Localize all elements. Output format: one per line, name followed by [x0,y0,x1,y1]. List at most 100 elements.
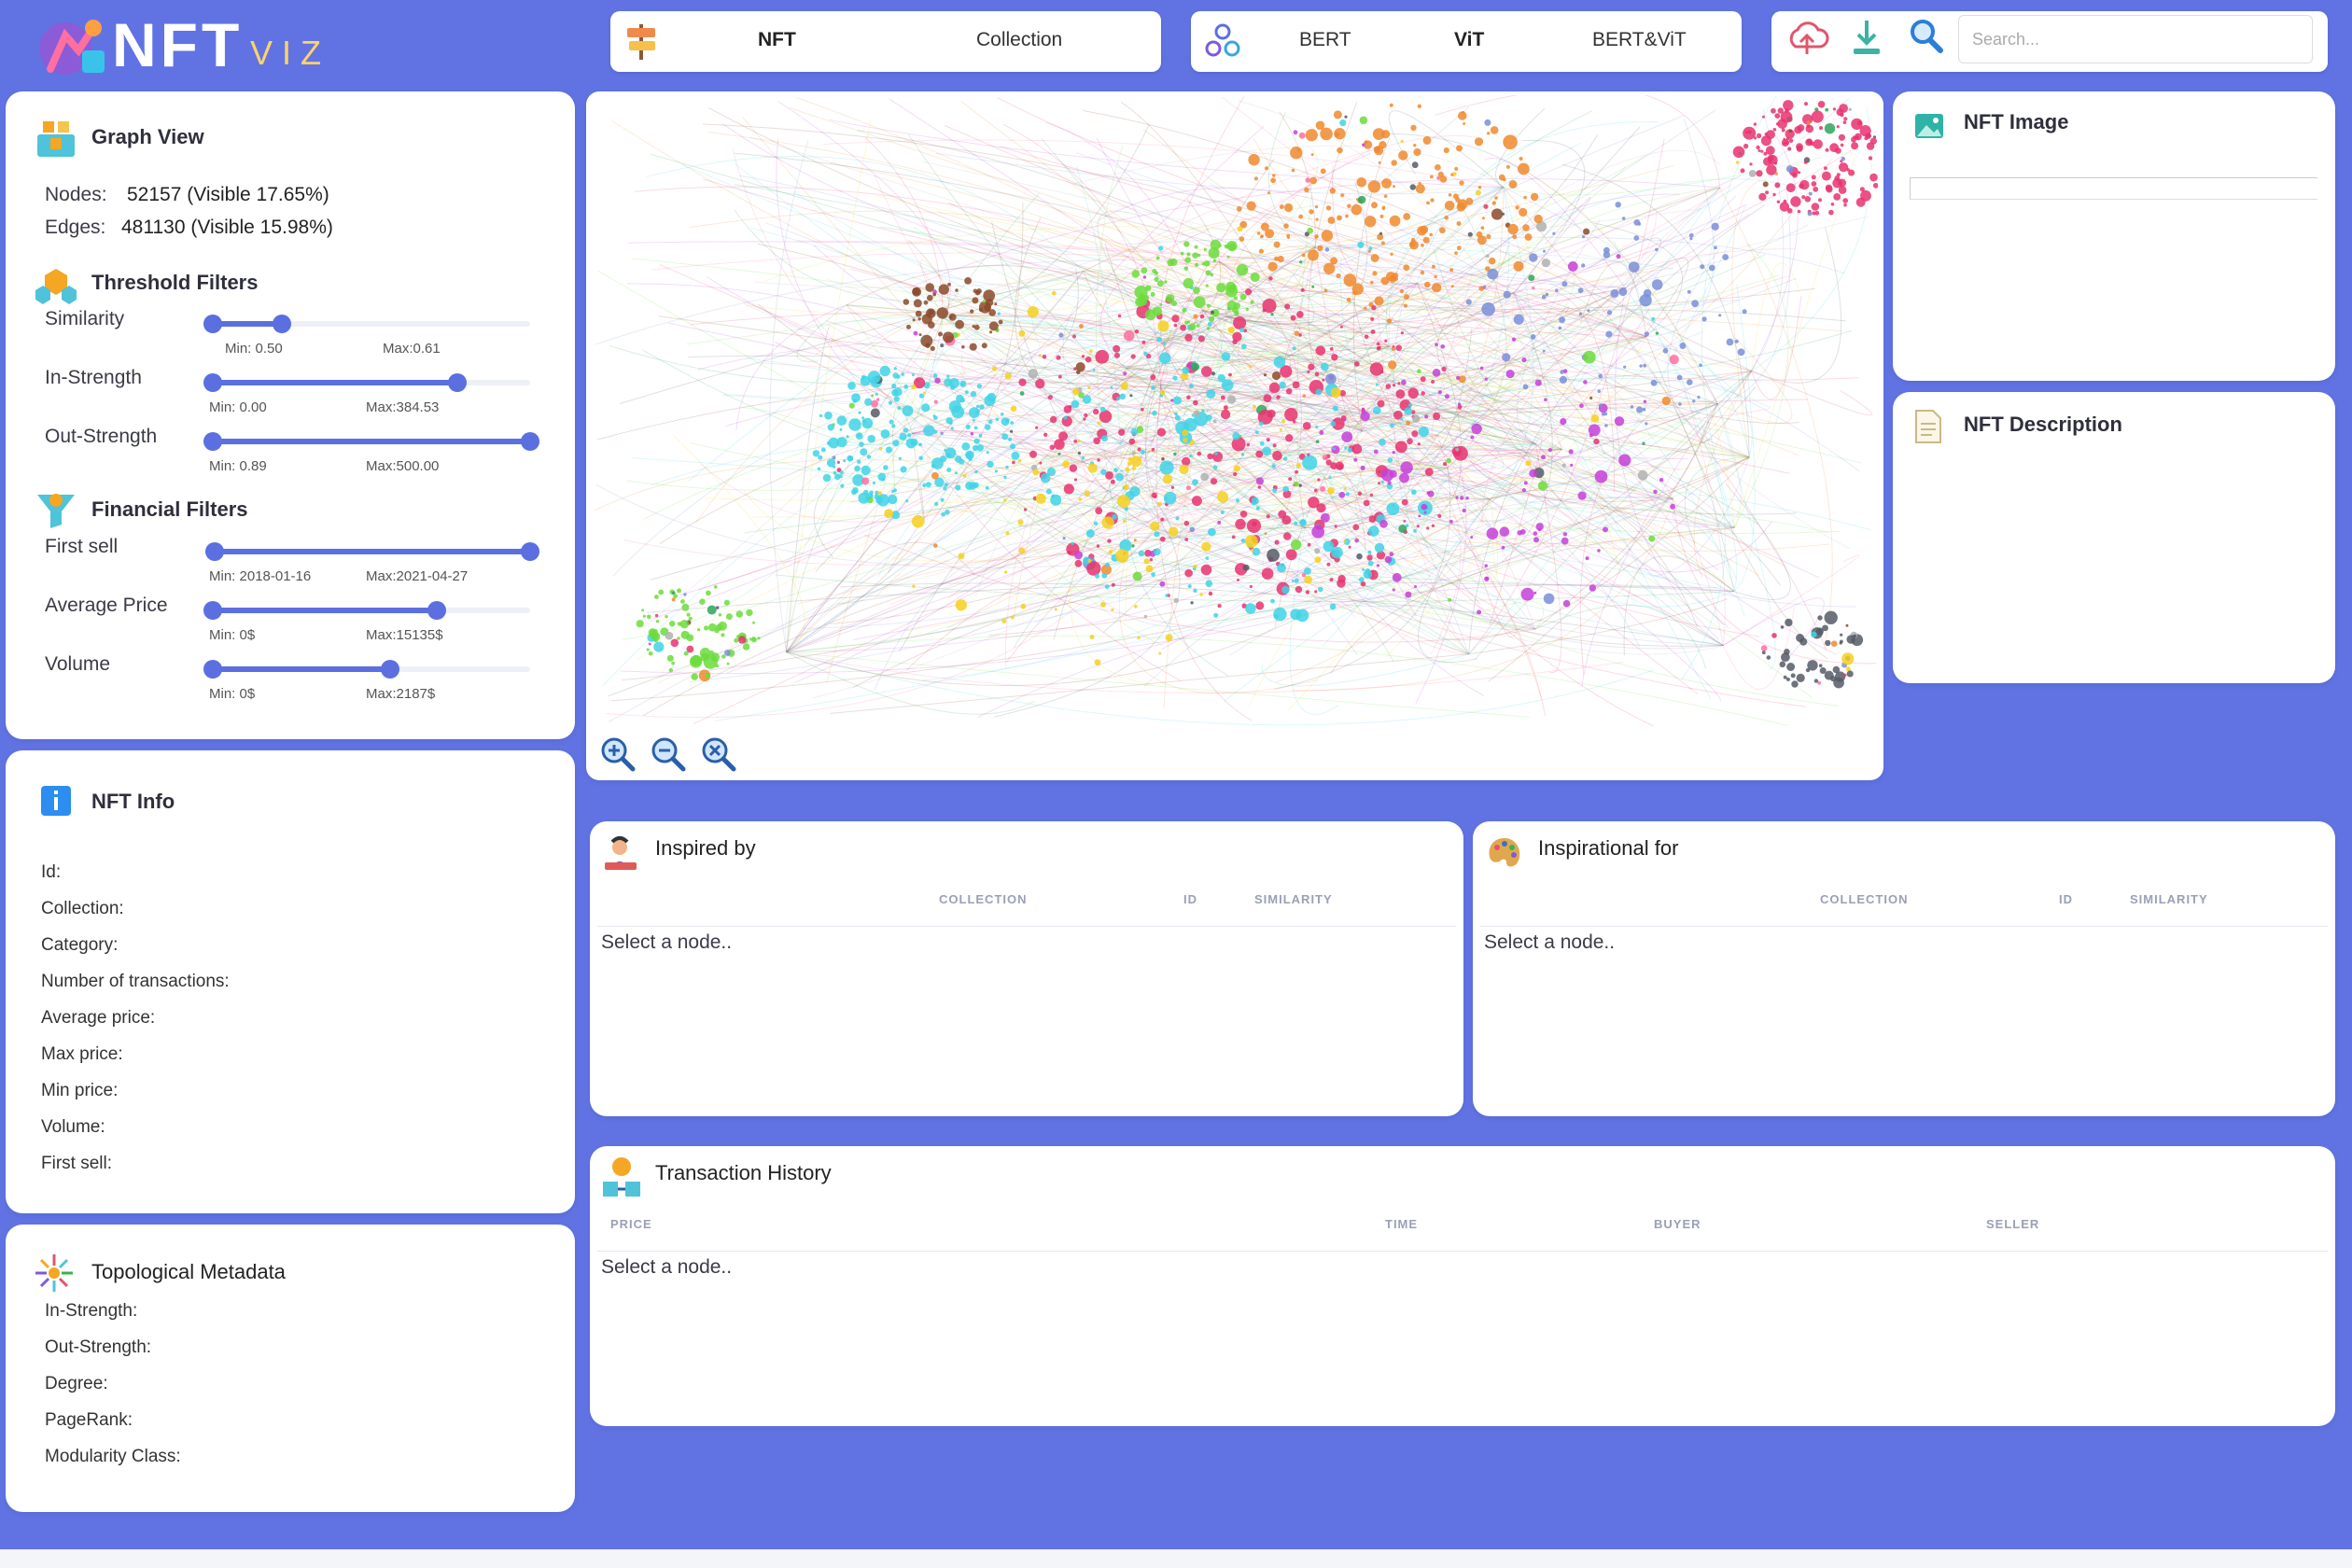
graph-node[interactable] [1343,539,1347,543]
graph-node[interactable] [1329,347,1334,351]
graph-node[interactable] [1336,273,1341,279]
graph-node[interactable] [1236,205,1242,212]
graph-node[interactable] [912,287,922,297]
graph-node[interactable] [1399,472,1409,483]
graph-node[interactable] [872,481,875,485]
graph-node[interactable] [1843,117,1848,121]
graph-node[interactable] [1813,679,1819,683]
graph-node[interactable] [1756,133,1762,139]
graph-node[interactable] [893,396,900,402]
graph-node[interactable] [1392,572,1402,582]
graph-node[interactable] [1364,334,1369,340]
graph-node[interactable] [1490,126,1499,134]
graph-node[interactable] [1785,618,1793,627]
graph-node[interactable] [827,424,834,431]
graph-node[interactable] [913,299,922,308]
graph-node[interactable] [1482,285,1487,289]
graph-node[interactable] [1018,378,1027,386]
graph-node[interactable] [1412,414,1421,423]
graph-node[interactable] [1491,201,1496,205]
graph-node[interactable] [1133,539,1137,542]
graph-node[interactable] [1304,231,1309,237]
graph-node[interactable] [839,470,844,475]
graph-node[interactable] [1605,330,1613,338]
graph-node[interactable] [1788,138,1794,144]
graph-node[interactable] [1387,481,1392,485]
graph-node[interactable] [1120,382,1128,390]
graph-node[interactable] [1796,673,1805,683]
graph-node[interactable] [839,427,843,431]
graph-node[interactable] [972,444,979,452]
graph-node[interactable] [1825,147,1829,152]
graph-node[interactable] [949,315,953,319]
graph-node[interactable] [1502,177,1506,182]
graph-node[interactable] [911,514,925,528]
graph-node[interactable] [985,485,989,490]
graph-node[interactable] [1322,455,1328,461]
graph-node[interactable] [691,673,698,680]
graph-node[interactable] [1137,447,1141,452]
graph-node[interactable] [1648,535,1656,542]
graph-node[interactable] [1525,460,1532,467]
graph-node[interactable] [1325,459,1332,466]
graph-node[interactable] [1543,249,1546,253]
graph-node[interactable] [1515,205,1519,210]
graph-node[interactable] [1792,173,1798,178]
graph-node[interactable] [1774,113,1781,119]
graph-node[interactable] [1193,564,1197,568]
graph-node[interactable] [1295,585,1303,594]
graph-node[interactable] [1578,312,1583,316]
graph-node[interactable] [1669,355,1679,365]
graph-node[interactable] [1366,554,1373,561]
graph-node[interactable] [931,471,939,480]
graph-node[interactable] [1217,491,1229,503]
graph-node[interactable] [1141,340,1146,344]
graph-node[interactable] [975,410,979,414]
graph-node[interactable] [932,292,937,297]
graph-node[interactable] [1115,472,1124,482]
graph-node[interactable] [1409,184,1416,190]
graph-node[interactable] [1711,222,1719,231]
graph-node[interactable] [1456,245,1462,251]
graph-node[interactable] [1407,402,1413,408]
graph-node[interactable] [1304,575,1312,584]
graph-node[interactable] [1381,178,1392,189]
graph-node[interactable] [1325,373,1337,385]
graph-node[interactable] [1370,254,1379,262]
graph-node[interactable] [1158,651,1162,655]
graph-node[interactable] [1479,366,1484,371]
graph-node[interactable] [1679,343,1687,349]
graph-node[interactable] [932,373,938,378]
graph-node[interactable] [1368,525,1379,537]
graph-node[interactable] [1426,526,1430,530]
graph-node[interactable] [984,303,991,312]
graph-node[interactable] [1508,180,1518,189]
graph-node[interactable] [1379,231,1383,235]
graph-node[interactable] [1231,535,1236,539]
graph-node[interactable] [1027,306,1039,318]
graph-node[interactable] [1180,251,1184,256]
graph-node[interactable] [1376,342,1380,346]
graph-node[interactable] [1316,503,1326,513]
graph-node[interactable] [1315,345,1326,357]
graph-node[interactable] [1284,203,1294,213]
graph-node[interactable] [1319,430,1324,435]
graph-node[interactable] [1069,464,1078,472]
graph-node[interactable] [752,621,755,624]
graph-node[interactable] [1307,542,1311,547]
graph-node[interactable] [1376,564,1380,567]
graph-node[interactable] [1364,306,1367,310]
graph-node[interactable] [820,447,826,453]
graph-node[interactable] [1208,591,1213,596]
graph-node[interactable] [704,625,709,631]
graph-node[interactable] [1258,421,1264,427]
graph-node[interactable] [1343,418,1347,422]
graph-node[interactable] [1740,168,1745,174]
graph-node[interactable] [1267,191,1270,195]
graph-node[interactable] [1448,597,1452,602]
graph-node[interactable] [1424,414,1429,419]
graph-node[interactable] [1521,357,1527,363]
graph-node[interactable] [1362,143,1365,147]
graph-node[interactable] [1618,287,1628,297]
graph-node[interactable] [1251,497,1259,505]
